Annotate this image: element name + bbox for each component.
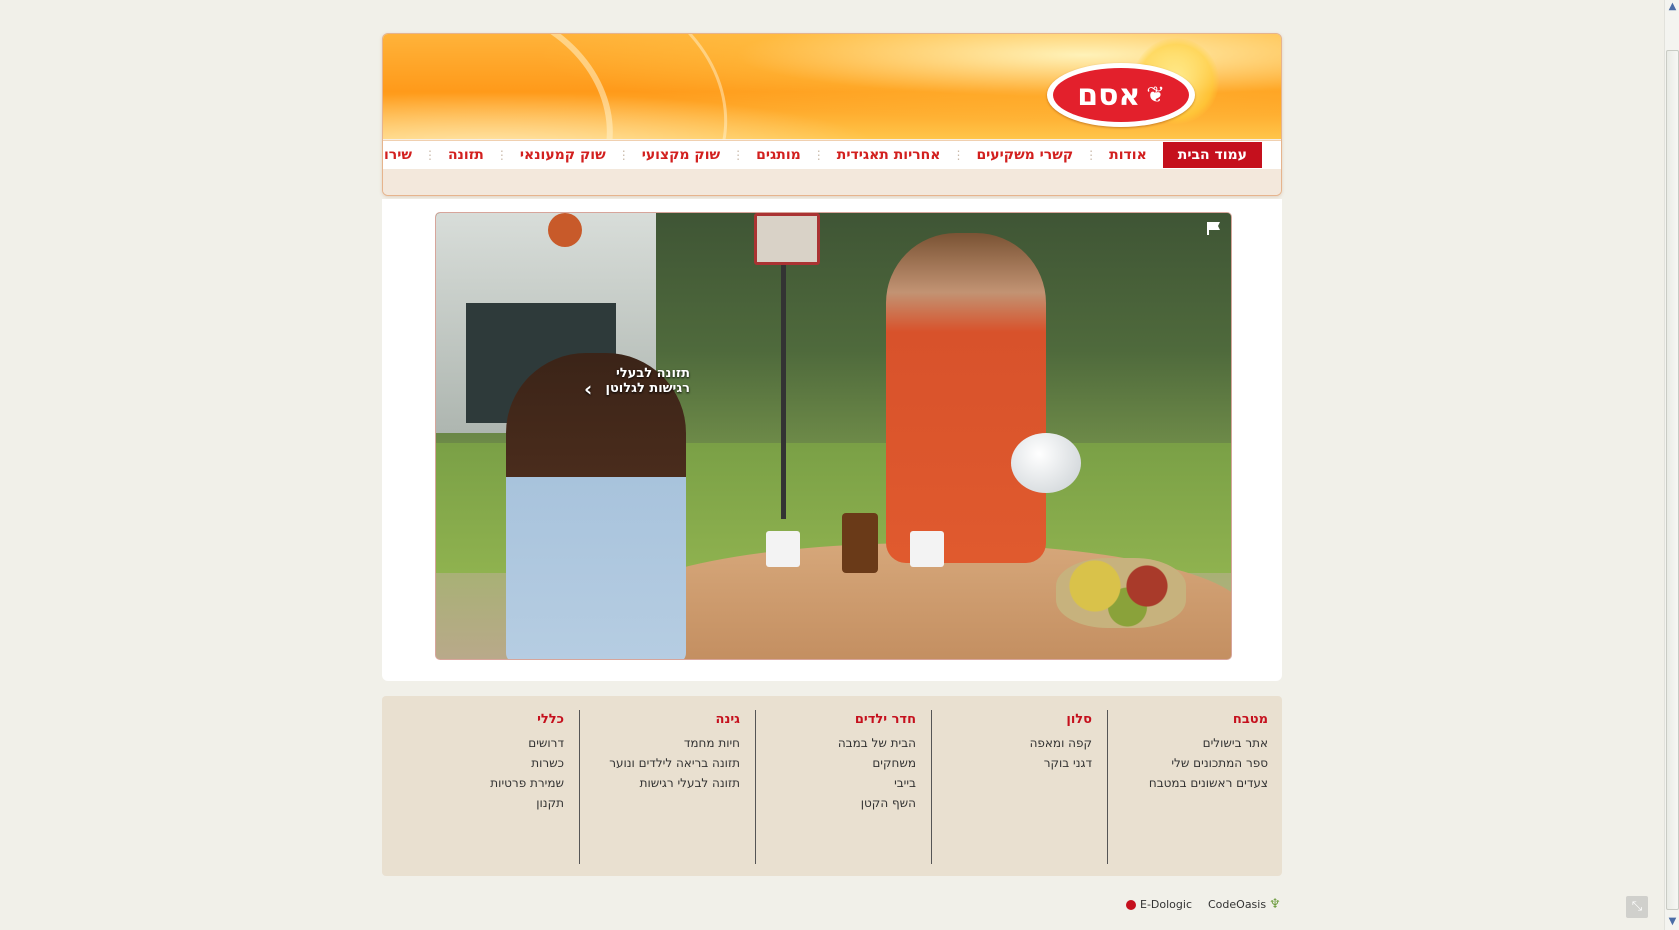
footer-column-title[interactable]: מטבח — [1108, 710, 1268, 730]
main-nav: עמוד הבית אודות ⋮ קשרי משקיעים ⋮ אחריות … — [383, 140, 1281, 170]
main-content: תזונה לבעלי רגישות לגלוטן ‹ — [382, 199, 1282, 681]
video-caption-line: רגישות לגלוטן — [605, 381, 690, 396]
scroll-up-arrow-icon[interactable]: ▲ — [1666, 0, 1679, 14]
footer-link[interactable]: אתר בישולים — [1108, 733, 1268, 753]
footer-column-living-room: סלון קפה ומאפה דגני בוקר — [931, 710, 1092, 864]
logo-mark: ❦ אסם — [1053, 68, 1189, 122]
video-scene-cup — [766, 531, 800, 567]
footer-link[interactable]: ספר המתכונים שלי — [1108, 753, 1268, 773]
video-scene-hoop-pole — [781, 259, 786, 519]
video-caption-line: תזונה לבעלי — [615, 366, 690, 381]
vertical-scrollbar[interactable]: ▲ ▼ — [1664, 0, 1679, 930]
nav-item-about[interactable]: אודות — [1097, 142, 1159, 168]
nav-separator: ⋮ — [1085, 148, 1098, 162]
video-player[interactable]: תזונה לבעלי רגישות לגלוטן ‹ — [435, 212, 1232, 660]
footer-menu: מטבח אתר בישולים ספר המתכונים שלי צעדים … — [382, 696, 1282, 876]
video-scene-person — [506, 353, 686, 659]
edologic-logo-icon — [1126, 900, 1136, 910]
nav-item-csr[interactable]: אחריות תאגידית — [825, 142, 953, 168]
site-header-wrapper: ❦ אסם עמוד הבית אודות ⋮ קשרי משקיעים ⋮ א… — [382, 33, 1282, 196]
video-scene-kettle — [1011, 433, 1081, 493]
codeoasis-label: CodeOasis — [1208, 898, 1267, 911]
nav-item-professional[interactable]: שוק מקצועי — [630, 142, 732, 168]
footer-link[interactable]: השף הקטן — [756, 793, 916, 813]
scroll-thumb[interactable] — [1666, 50, 1679, 910]
footer-link[interactable]: הבית של במבה — [756, 733, 916, 753]
footer-column-general: כללי דרושים כשרות שמירת פרטיות תקנון — [404, 710, 564, 864]
footer-link[interactable]: תזונה לבעלי רגישות — [580, 773, 740, 793]
footer-column-garden: גינה חיות מחמד תזונה בריאה לילדים ונוער … — [579, 710, 740, 864]
nav-item-brands[interactable]: מותגים — [744, 142, 813, 168]
footer-column-title[interactable]: סלון — [932, 710, 1092, 730]
video-scene-person — [886, 233, 1046, 563]
nav-separator: ⋮ — [495, 148, 508, 162]
footer-link[interactable]: בייבי — [756, 773, 916, 793]
nav-separator: ⋮ — [423, 148, 436, 162]
scroll-down-arrow-icon[interactable]: ▼ — [1666, 915, 1679, 929]
nav-separator: ⋮ — [732, 148, 745, 162]
speaker-icon[interactable] — [1203, 219, 1223, 237]
wheat-icon: ❦ — [1146, 82, 1165, 108]
sub-nav-bar — [383, 169, 1281, 195]
footer-link[interactable]: תזונה בריאה לילדים ונוער — [580, 753, 740, 773]
nav-separator: ⋮ — [617, 148, 630, 162]
palm-tree-icon: ♆ — [1269, 897, 1281, 912]
nav-item-investors[interactable]: קשרי משקיעים — [964, 142, 1085, 168]
header-banner: ❦ אסם — [383, 34, 1281, 195]
video-scene-ball — [548, 213, 582, 247]
video-scene-jar — [842, 513, 878, 573]
footer-column-kids-room: חדר ילדים הבית של במבה משחקים בייבי השף … — [755, 710, 916, 864]
nav-item-nutrition[interactable]: תזונה — [436, 142, 496, 168]
footer-column-title[interactable]: חדר ילדים — [756, 710, 916, 730]
logo-text: אסם — [1077, 77, 1141, 113]
codeoasis-credit[interactable]: CodeOasis ♆ — [1208, 898, 1281, 912]
footer-link[interactable]: כשרות — [404, 753, 564, 773]
resize-grip-icon[interactable]: ⤡ — [1626, 896, 1648, 918]
footer-column-kitchen: מטבח אתר בישולים ספר המתכונים שלי צעדים … — [1107, 710, 1268, 864]
footer-link[interactable]: דגני בוקר — [932, 753, 1092, 773]
header: ❦ אסם עמוד הבית אודות ⋮ קשרי משקיעים ⋮ א… — [382, 33, 1282, 196]
footer-column-title[interactable]: גינה — [580, 710, 740, 730]
edologic-label: E-Dologic — [1140, 898, 1192, 911]
video-scene-hoop — [754, 213, 820, 265]
chevron-left-icon[interactable]: ‹ — [584, 379, 592, 399]
video-scene-cup — [910, 531, 944, 567]
footer-link[interactable]: דרושים — [404, 733, 564, 753]
footer-link[interactable]: צעדים ראשונים במטבח — [1108, 773, 1268, 793]
nav-separator: ⋮ — [812, 148, 825, 162]
footer-link[interactable]: חיות מחמד — [580, 733, 740, 753]
footer-link[interactable]: שמירת פרטיות — [404, 773, 564, 793]
nav-separator: ⋮ — [952, 148, 965, 162]
nav-item-retail[interactable]: שוק קמעונאי — [508, 142, 618, 168]
osem-logo[interactable]: ❦ אסם — [1047, 63, 1195, 127]
video-caption-link[interactable]: תזונה לבעלי רגישות לגלוטן — [600, 366, 690, 396]
edologic-credit[interactable]: E-Dologic — [1126, 898, 1192, 912]
footer-column-title[interactable]: כללי — [404, 710, 564, 730]
nav-item-customer-service[interactable]: שירות צרכנים — [383, 142, 424, 168]
footer-link[interactable]: תקנון — [404, 793, 564, 813]
video-scene-fruit — [1056, 558, 1186, 628]
nav-item-home[interactable]: עמוד הבית — [1162, 142, 1262, 168]
footer-link[interactable]: משחקים — [756, 753, 916, 773]
footer-link[interactable]: קפה ומאפה — [932, 733, 1092, 753]
